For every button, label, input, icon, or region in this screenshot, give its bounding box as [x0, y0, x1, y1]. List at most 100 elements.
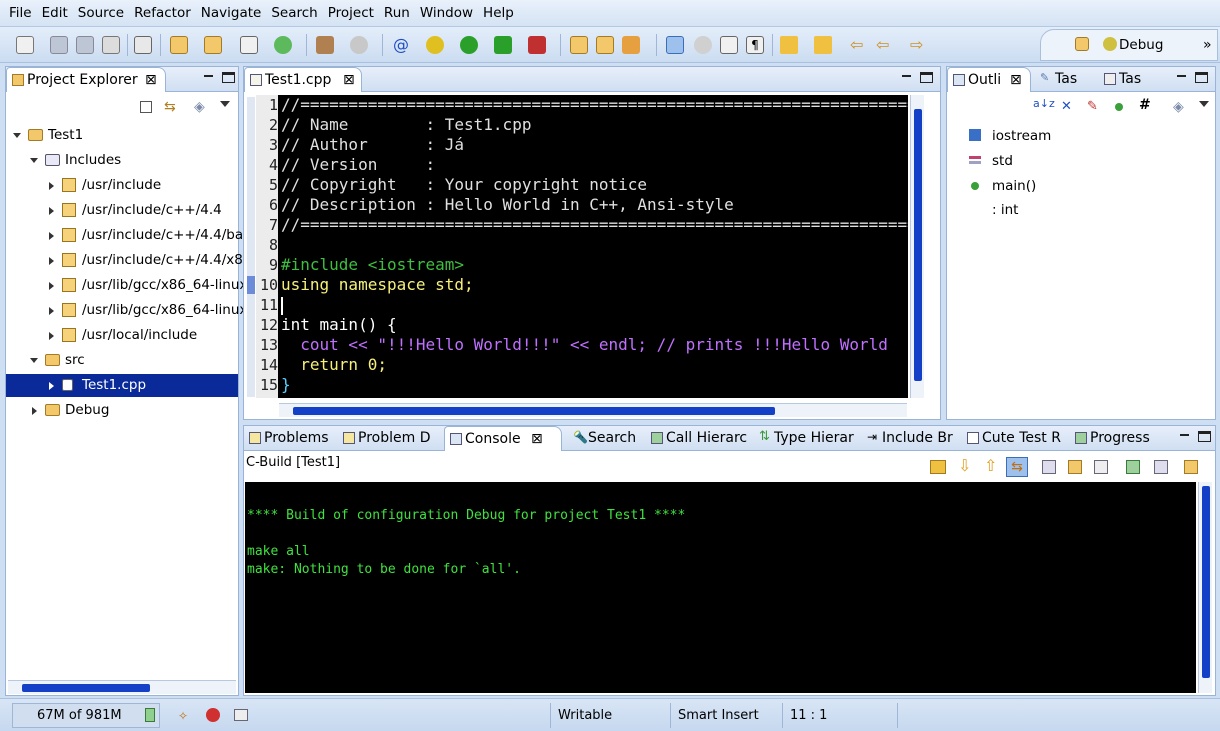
- tree-item[interactable]: Test1.cpp: [6, 374, 238, 397]
- explorer-hscrollbar[interactable]: [8, 680, 236, 694]
- next-error-icon[interactable]: ⇩: [958, 456, 971, 475]
- print-icon[interactable]: [102, 36, 120, 54]
- minimize-icon[interactable]: [202, 72, 215, 83]
- link-console-icon[interactable]: ⇆: [1006, 457, 1028, 477]
- remove-launch-icon[interactable]: [1094, 460, 1108, 474]
- tree-item[interactable]: /usr/lib/gcc/x86_64-linux-c: [6, 274, 260, 297]
- build-hammer-icon[interactable]: [316, 36, 334, 54]
- display-console-icon[interactable]: [1154, 460, 1168, 474]
- editor-hscroll-thumb[interactable]: [293, 407, 775, 415]
- collapsed-arrow-icon[interactable]: [49, 182, 54, 190]
- tab-include-browser[interactable]: ⇥ Include Br: [862, 426, 958, 451]
- new-class-icon[interactable]: [274, 36, 292, 54]
- build-config-icon[interactable]: [350, 36, 368, 54]
- expanded-arrow-icon[interactable]: [30, 358, 38, 363]
- menu-run[interactable]: Run: [379, 0, 415, 27]
- menu-help[interactable]: Help: [478, 0, 519, 27]
- close-icon[interactable]: ⊠: [145, 68, 157, 92]
- tab-problems[interactable]: Problems: [244, 426, 336, 451]
- highlight-icon[interactable]: [694, 36, 712, 54]
- prev-annotation-icon[interactable]: [814, 36, 832, 54]
- collapsed-arrow-icon[interactable]: [49, 257, 54, 265]
- save-all-icon[interactable]: [76, 36, 94, 54]
- close-icon[interactable]: ⊠: [531, 427, 543, 451]
- new-folder-icon[interactable]: [204, 36, 222, 54]
- console-output[interactable]: **** Build of configuration Debug for pr…: [245, 482, 1196, 693]
- run-tool-icon[interactable]: [494, 36, 512, 54]
- tab-cute-test[interactable]: Cute Test R: [962, 426, 1066, 451]
- menu-window[interactable]: Window: [415, 0, 478, 27]
- collapsed-arrow-icon[interactable]: [49, 307, 54, 315]
- show-whitespace-icon[interactable]: ¶: [746, 36, 764, 54]
- maximize-icon[interactable]: [222, 72, 235, 83]
- editor-vscroll-thumb[interactable]: [914, 109, 922, 381]
- collapsed-arrow-icon[interactable]: [32, 407, 37, 415]
- minimize-icon[interactable]: [1178, 431, 1191, 442]
- close-icon[interactable]: ⊠: [343, 68, 355, 92]
- new-icon[interactable]: [16, 36, 34, 54]
- more-perspectives-icon[interactable]: »: [1203, 37, 1212, 53]
- filter-icon[interactable]: ◈: [1173, 99, 1184, 115]
- collapsed-arrow-icon[interactable]: [49, 282, 54, 290]
- tree-item[interactable]: /usr/include/c++/4.4: [6, 199, 238, 222]
- tab-type-hierarchy[interactable]: ⇅ Type Hierar: [754, 426, 858, 451]
- scroll-lock-icon[interactable]: [1042, 460, 1056, 474]
- menu-search[interactable]: Search: [266, 0, 322, 27]
- profile-icon[interactable]: [528, 36, 546, 54]
- tab-tasks-1[interactable]: ✎ Tas: [1035, 67, 1095, 92]
- filter-icon[interactable]: ◈: [194, 99, 205, 115]
- hide-fields-icon[interactable]: ✕: [1061, 99, 1072, 114]
- menu-project[interactable]: Project: [323, 0, 379, 27]
- collapsed-arrow-icon[interactable]: [49, 382, 54, 390]
- toggle-mark-occurrences-icon[interactable]: [666, 36, 684, 54]
- new-project-icon[interactable]: [170, 36, 188, 54]
- editor-hscrollbar[interactable]: [279, 403, 907, 417]
- tab-tasks-2[interactable]: Tas: [1099, 67, 1159, 92]
- editor-vscrollbar[interactable]: [910, 95, 924, 398]
- new-file-icon[interactable]: [240, 36, 258, 54]
- prev-error-icon[interactable]: ⇧: [984, 456, 997, 475]
- tab-project-explorer[interactable]: Project Explorer ⊠: [6, 67, 166, 92]
- maximize-icon[interactable]: [1198, 431, 1211, 442]
- run-icon[interactable]: [460, 36, 478, 54]
- tree-item[interactable]: /usr/local/include: [6, 324, 238, 347]
- heap-status[interactable]: 67M of 981M: [12, 703, 160, 728]
- collapsed-arrow-icon[interactable]: [49, 232, 54, 240]
- tab-problem-details[interactable]: Problem D: [338, 426, 442, 451]
- forward-icon[interactable]: ⇨: [910, 36, 928, 54]
- tab-outline[interactable]: Outli ⊠: [947, 67, 1031, 92]
- maximize-icon[interactable]: [920, 72, 933, 83]
- at-icon[interactable]: @: [392, 36, 410, 54]
- perspective-debug-label[interactable]: Debug: [1119, 37, 1163, 53]
- tab-progress[interactable]: Progress: [1070, 426, 1160, 451]
- debug-bug-icon[interactable]: [426, 36, 444, 54]
- tab-search[interactable]: 🔦 Search: [568, 426, 642, 451]
- view-menu-icon[interactable]: [1199, 101, 1209, 107]
- code-editor[interactable]: 1//=====================================…: [256, 95, 908, 398]
- expanded-arrow-icon[interactable]: [13, 133, 21, 138]
- collapsed-arrow-icon[interactable]: [49, 332, 54, 340]
- console-status-icon[interactable]: [234, 709, 248, 721]
- tree-item[interactable]: src: [6, 349, 238, 372]
- menu-source[interactable]: Source: [73, 0, 129, 27]
- tree-item[interactable]: /usr/include/c++/4.4/back: [6, 224, 258, 247]
- last-edit-icon[interactable]: ⇦: [850, 36, 868, 54]
- fast-view-icon[interactable]: ✧: [178, 709, 192, 723]
- expanded-arrow-icon[interactable]: [30, 158, 38, 163]
- tab-console[interactable]: Console ⊠: [444, 426, 562, 451]
- error-log-icon[interactable]: [206, 708, 220, 722]
- minimize-icon[interactable]: [900, 72, 913, 83]
- explorer-hscroll-thumb[interactable]: [22, 684, 150, 692]
- menu-refactor[interactable]: Refactor: [129, 0, 196, 27]
- view-menu-icon[interactable]: [220, 101, 230, 107]
- hide-static-icon[interactable]: ✎: [1087, 99, 1098, 114]
- tab-test1-cpp[interactable]: Test1.cpp ⊠: [244, 67, 362, 92]
- collapse-all-icon[interactable]: [140, 101, 152, 113]
- close-icon[interactable]: ⊠: [1010, 68, 1022, 92]
- back-icon[interactable]: ⇦: [876, 36, 894, 54]
- save-icon[interactable]: [50, 36, 68, 54]
- minimize-icon[interactable]: [1175, 72, 1188, 83]
- collapsed-arrow-icon[interactable]: [49, 207, 54, 215]
- hide-nonpublic-icon[interactable]: [1115, 103, 1123, 111]
- next-annotation-icon[interactable]: [780, 36, 798, 54]
